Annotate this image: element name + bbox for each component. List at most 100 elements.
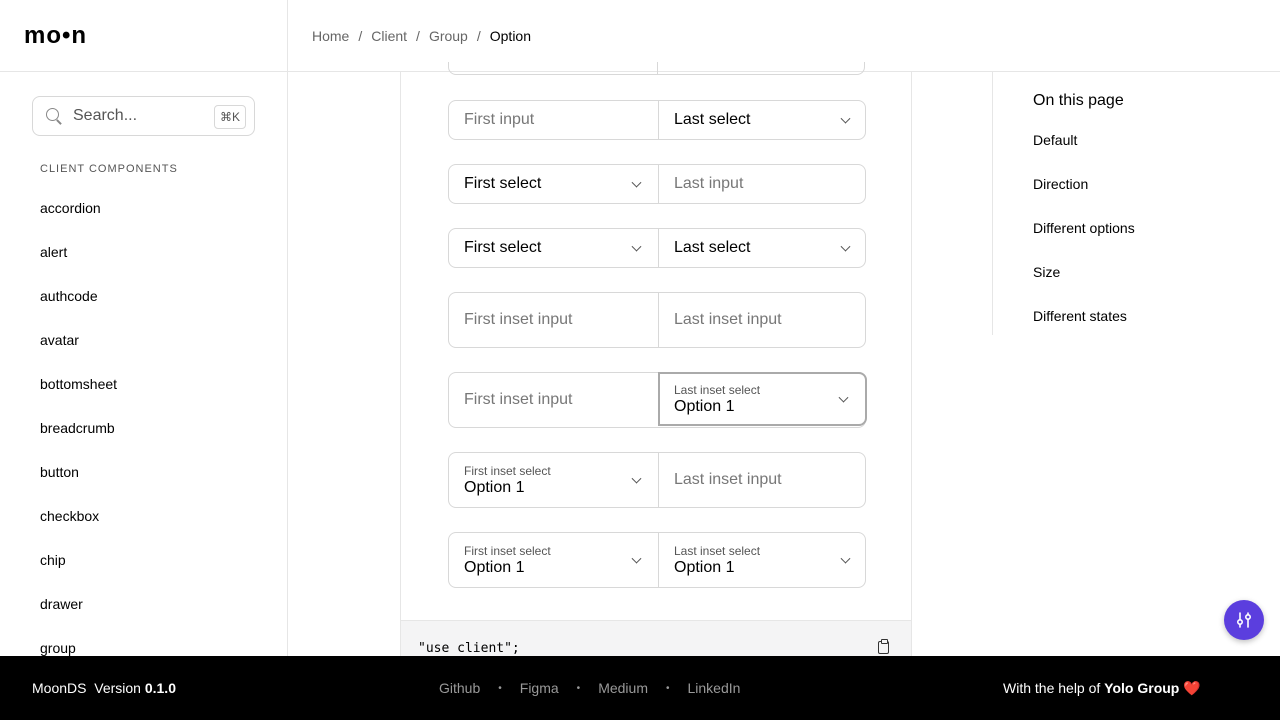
sidebar-item-breadcrumb[interactable]: breadcrumb [40, 406, 117, 450]
chevron-down-icon [838, 392, 849, 403]
inset-select-label: Last inset select [674, 382, 761, 397]
inset-select-content: Last inset select Option 1 [674, 383, 760, 416]
footer-link-separator: • [576, 682, 581, 694]
footer-credit-link[interactable]: Yolo Group [1104, 680, 1179, 696]
sidebar-item-alert[interactable]: alert [40, 230, 117, 274]
first-inset-input[interactable]: First inset input [449, 373, 658, 427]
toc-item-different-states[interactable]: Different states [1033, 294, 1135, 338]
toc-item-size[interactable]: Size [1033, 250, 1135, 294]
first-inset-select[interactable]: First inset select Option 1 [449, 453, 658, 507]
breadcrumb-client[interactable]: Client [371, 28, 407, 44]
breadcrumb-current: Option [489, 27, 531, 44]
inset-select-label: Last inset select [674, 543, 761, 558]
inset-select-value: Option 1 [674, 558, 735, 576]
footer-link-figma[interactable]: Figma [520, 680, 559, 696]
inset-select-label: First inset select [464, 463, 551, 478]
sidebar-nav: accordion alert authcode avatar bottomsh… [40, 186, 117, 656]
inset-select-value: Option 1 [464, 558, 525, 576]
last-select[interactable]: Last select [658, 101, 867, 139]
last-inset-input[interactable]: Last inset input [658, 453, 867, 507]
chevron-down-icon [631, 177, 642, 188]
footer-link-separator: • [498, 682, 502, 694]
search-shortcut-badge: ⌘K [214, 105, 246, 129]
toc-list: Default Direction Different options Size… [1033, 118, 1135, 338]
chevron-down-icon [840, 553, 851, 564]
inset-select-content: First inset select Option 1 [464, 464, 551, 497]
footer-credit-prefix: With the help of [1003, 679, 1101, 696]
last-inset-select[interactable]: Last inset select Option 1 [658, 533, 867, 587]
chevron-down-icon [840, 241, 851, 252]
breadcrumb-separator: / [476, 27, 481, 44]
first-input[interactable]: First input [449, 101, 658, 139]
footer-version: 0.1.0 [144, 680, 176, 696]
toc-item-direction[interactable]: Direction [1033, 162, 1135, 206]
code-line: "use client"; [418, 641, 520, 656]
first-select-value: First select [464, 175, 542, 192]
search-input[interactable]: Search... ⌘K [32, 96, 255, 136]
sidebar-item-drawer[interactable]: drawer [40, 582, 117, 626]
chevron-down-icon [840, 113, 851, 124]
sidebar-item-accordion[interactable]: accordion [40, 186, 117, 230]
toc-title: On this page [1033, 92, 1124, 109]
last-inset-input[interactable]: Last inset input [658, 293, 867, 347]
toc-item-default[interactable]: Default [1033, 118, 1135, 162]
sidebar-item-button[interactable]: button [40, 450, 117, 494]
sidebar-item-avatar[interactable]: avatar [40, 318, 117, 362]
sliders-icon [1236, 612, 1252, 628]
table-of-contents: On this page Default Direction Different… [992, 72, 1280, 335]
footer-brand: MoonDS Version 0.1.0 [32, 680, 176, 696]
sidebar-item-group[interactable]: group [40, 626, 117, 656]
last-select[interactable]: Last select [658, 229, 867, 267]
heart-icon: ❤️ [1183, 679, 1201, 696]
group-select-select: First select Last select [448, 228, 866, 268]
footer-links: Github • Figma • Medium • LinkedIn [439, 680, 740, 696]
group-inset-input-select: First inset input Last inset select Opti… [448, 372, 867, 428]
sidebar: Search... ⌘K CLIENT COMPONENTS accordion… [0, 72, 288, 656]
sidebar-item-checkbox[interactable]: checkbox [40, 494, 117, 538]
first-select[interactable]: First select [449, 229, 658, 267]
sidebar-section-title: CLIENT COMPONENTS [40, 163, 178, 175]
sidebar-item-chip[interactable]: chip [40, 538, 117, 582]
moon-logo[interactable]: mo•n [24, 22, 87, 50]
inset-select-value: Option 1 [674, 397, 735, 415]
group-inset-select-select: First inset select Option 1 Last inset s… [448, 532, 866, 588]
search-icon [45, 107, 63, 125]
footer: MoonDS Version 0.1.0 Github • Figma • Me… [0, 656, 1280, 720]
breadcrumb-home[interactable]: Home [312, 28, 349, 44]
code-block: "use client"; [400, 621, 912, 656]
logo-area: mo•n [0, 0, 288, 72]
last-select-value: Last select [674, 239, 751, 256]
footer-brand-name: MoonDS [32, 680, 87, 696]
breadcrumb-separator: / [358, 27, 363, 44]
breadcrumb-separator: / [416, 27, 420, 44]
demo-preview: First input Last select First select Las… [400, 62, 912, 621]
footer-version-label: Version [94, 680, 141, 696]
footer-link-github[interactable]: Github [439, 680, 480, 696]
first-select[interactable]: First select [449, 165, 658, 203]
chevron-down-icon [631, 473, 642, 484]
copy-clipboard-icon[interactable] [878, 639, 889, 654]
first-select-value: First select [464, 239, 542, 256]
last-select-value: Last select [674, 111, 751, 128]
sidebar-item-bottomsheet[interactable]: bottomsheet [40, 362, 117, 406]
last-input[interactable]: Last input [658, 165, 867, 203]
footer-link-medium[interactable]: Medium [598, 680, 648, 696]
group-inset-input-input: First inset input Last inset input [448, 292, 866, 348]
inset-select-content: First inset select Option 1 [464, 544, 551, 577]
group-inset-select-input: First inset select Option 1 Last inset i… [448, 452, 866, 508]
breadcrumb-group[interactable]: Group [429, 28, 468, 44]
group-partial-row [448, 62, 865, 75]
sidebar-item-authcode[interactable]: authcode [40, 274, 117, 318]
inset-select-value: Option 1 [464, 478, 525, 496]
toc-item-different-options[interactable]: Different options [1033, 206, 1135, 250]
last-inset-select[interactable]: Last inset select Option 1 [658, 372, 867, 426]
footer-link-separator: • [665, 682, 670, 694]
first-inset-select[interactable]: First inset select Option 1 [449, 533, 658, 587]
footer-credit: With the help of Yolo Group ❤️ [1003, 680, 1201, 697]
inset-select-content: Last inset select Option 1 [674, 544, 760, 577]
group-select-input: First select Last input [448, 164, 866, 204]
first-inset-input[interactable]: First inset input [449, 293, 658, 347]
inset-select-label: First inset select [464, 543, 551, 558]
footer-link-linkedin[interactable]: LinkedIn [688, 680, 741, 696]
settings-fab-button[interactable] [1224, 600, 1264, 640]
